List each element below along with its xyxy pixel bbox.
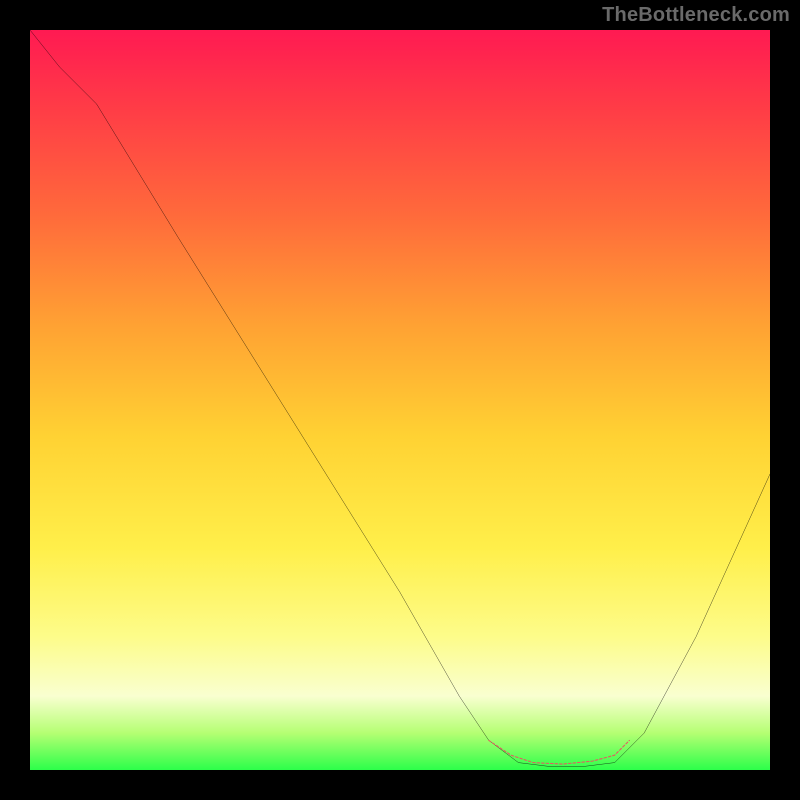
curve-layer [30, 30, 770, 770]
chart-stage: TheBottleneck.com [0, 0, 800, 800]
bottom-segment-path [489, 740, 630, 764]
watermark-text: TheBottleneck.com [602, 4, 790, 27]
plot-area [30, 30, 770, 770]
main-curve-path [30, 30, 770, 766]
